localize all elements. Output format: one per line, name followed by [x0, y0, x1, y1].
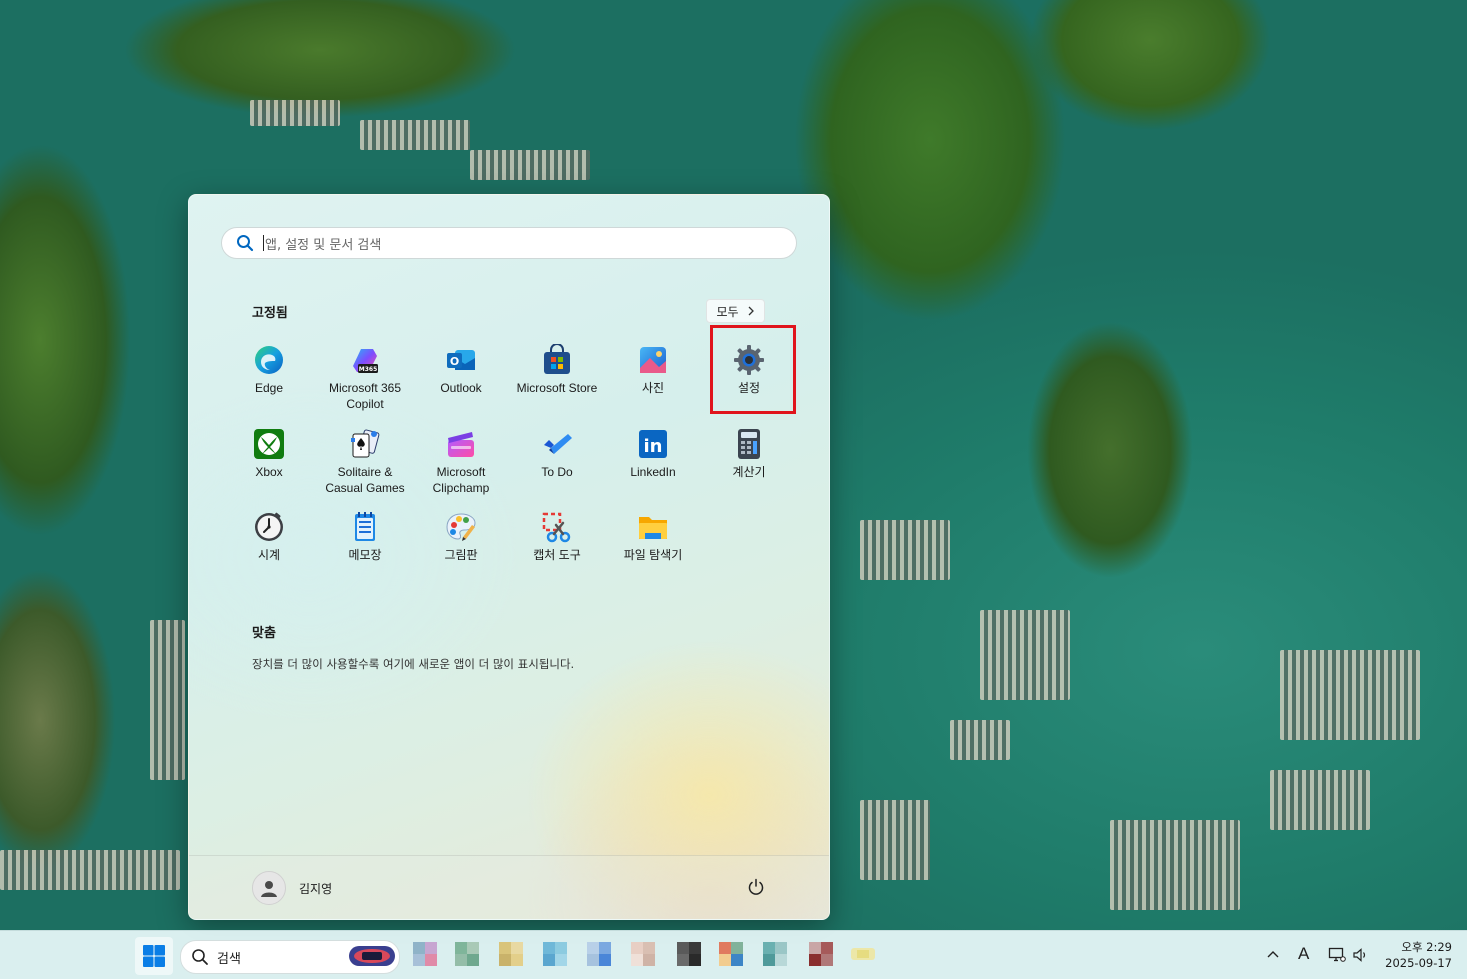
app-label: 계산기 — [732, 465, 766, 479]
user-name: 김지영 — [299, 881, 333, 896]
app-label: LinkedIn — [630, 465, 676, 479]
start-button[interactable] — [135, 937, 173, 975]
taskbar: 검색 A 오후 2:29 2025-09-17 — [0, 930, 1467, 979]
clock-time: 오후 2:29 — [1401, 940, 1452, 954]
solitaire-icon — [351, 429, 380, 458]
ime-indicator[interactable]: A — [1298, 944, 1309, 964]
taskbar-search-box[interactable]: 검색 — [180, 940, 400, 974]
m365-badge: M365 — [359, 366, 378, 373]
volume-icon[interactable] — [1352, 946, 1370, 964]
all-apps-button[interactable]: 모두 — [706, 299, 765, 323]
pinned-app-file-explorer[interactable]: 파일 탐색기 — [605, 505, 701, 585]
settings-highlight-box — [710, 325, 796, 414]
pinned-app-store[interactable]: Microsoft Store — [509, 338, 605, 418]
pinned-app-outlook[interactable]: O Outlook — [413, 338, 509, 418]
pinned-app-paint[interactable]: 그림판 — [413, 505, 509, 585]
power-icon[interactable] — [747, 878, 765, 896]
user-account-button[interactable]: 김지영 — [252, 871, 332, 905]
app-label: 메모장 — [348, 548, 382, 562]
app-label: Outlook — [440, 381, 482, 395]
app-label: Xbox — [255, 465, 283, 479]
pinned-app-photos[interactable]: 사진 — [605, 338, 701, 418]
taskbar-app-icon[interactable] — [717, 940, 745, 968]
pinned-app-edge[interactable]: Edge — [221, 338, 317, 418]
recommended-empty-text: 장치를 더 많이 사용할수록 여기에 새로운 앱이 더 많이 표시됩니다. — [252, 657, 575, 671]
chevron-up-icon[interactable] — [1266, 948, 1280, 962]
all-apps-label: 모두 — [716, 304, 739, 319]
app-label: Edge — [254, 381, 284, 395]
snipping-tool-icon — [542, 512, 571, 543]
pinned-title: 고정됨 — [252, 306, 288, 321]
pinned-app-calculator[interactable]: 계산기 — [701, 422, 797, 502]
app-label: 그림판 — [444, 548, 478, 562]
pinned-app-clipchamp[interactable]: Microsoft Clipchamp — [413, 422, 509, 502]
network-icon[interactable] — [1328, 946, 1346, 964]
todo-icon — [544, 434, 572, 454]
taskbar-app-icon[interactable] — [849, 940, 877, 968]
recommended-title: 맞춤 — [252, 626, 276, 641]
taskbar-app-icon[interactable] — [675, 940, 703, 968]
taskbar-app-icon[interactable] — [453, 940, 481, 968]
pinned-app-todo[interactable]: To Do — [509, 422, 605, 502]
pinned-app-clock[interactable]: 시계 — [221, 505, 317, 585]
taskbar-search-label: 검색 — [217, 951, 241, 967]
outlook-badge: O — [450, 355, 459, 368]
taskbar-app-icon[interactable] — [497, 940, 525, 968]
pinned-app-solitaire[interactable]: Solitaire & Casual Games — [317, 422, 413, 502]
pinned-app-m365-copilot[interactable]: M365 Microsoft 365 Copilot — [317, 338, 413, 418]
calculator-icon — [738, 429, 760, 459]
taskbar-app-icon[interactable] — [761, 940, 789, 968]
outlook-icon: O — [447, 350, 475, 370]
taskbar-app-icon[interactable] — [629, 940, 657, 968]
search-icon — [237, 235, 254, 252]
app-label: 사진 — [641, 381, 665, 395]
windows-logo-icon — [143, 945, 165, 967]
search-placeholder: 앱, 설정 및 문서 검색 — [265, 237, 382, 253]
taskbar-app-icon[interactable] — [541, 940, 569, 968]
clock-icon — [255, 512, 283, 541]
start-menu: 앱, 설정 및 문서 검색 고정됨 모두 Edge M365 Microsoft… — [188, 194, 830, 920]
linkedin-icon: in — [639, 430, 667, 458]
avatar — [252, 871, 286, 905]
pinned-app-xbox[interactable]: Xbox — [221, 422, 317, 502]
pinned-app-notepad[interactable]: 메모장 — [317, 505, 413, 585]
app-label: Microsoft Store — [516, 381, 598, 395]
taskbar-app-icon[interactable] — [585, 940, 613, 968]
clipchamp-icon — [448, 432, 474, 457]
system-clock[interactable]: 오후 2:29 2025-09-17 — [1380, 939, 1452, 971]
taskbar-app-icon[interactable] — [411, 940, 439, 968]
app-label: 캡처 도구 — [533, 548, 581, 562]
pinned-app-snipping-tool[interactable]: 캡처 도구 — [509, 505, 605, 585]
chevron-right-icon — [748, 306, 754, 316]
xbox-icon — [254, 429, 284, 459]
app-label: 파일 탐색기 — [623, 548, 683, 562]
text-caret — [263, 235, 264, 251]
app-label: Microsoft 365 Copilot — [328, 381, 402, 411]
notepad-icon — [355, 512, 375, 541]
linkedin-badge: in — [644, 436, 663, 457]
taskbar-app-icon[interactable] — [807, 940, 835, 968]
edge-icon — [255, 346, 283, 374]
pinned-app-linkedin[interactable]: in LinkedIn — [605, 422, 701, 502]
m365-copilot-icon: M365 — [353, 349, 378, 373]
app-label: Microsoft Clipchamp — [432, 465, 490, 495]
app-label: Solitaire & Casual Games — [325, 465, 405, 495]
file-explorer-icon — [639, 517, 667, 539]
clock-date: 2025-09-17 — [1385, 956, 1452, 970]
store-icon — [544, 344, 570, 374]
app-label: To Do — [541, 465, 573, 479]
start-search-box[interactable]: 앱, 설정 및 문서 검색 — [221, 227, 797, 259]
photos-icon — [640, 347, 666, 373]
app-label: 시계 — [257, 548, 281, 562]
user-icon — [261, 881, 277, 897]
search-highlight-icon — [349, 946, 395, 966]
search-icon — [192, 949, 208, 965]
paint-icon — [446, 513, 476, 541]
